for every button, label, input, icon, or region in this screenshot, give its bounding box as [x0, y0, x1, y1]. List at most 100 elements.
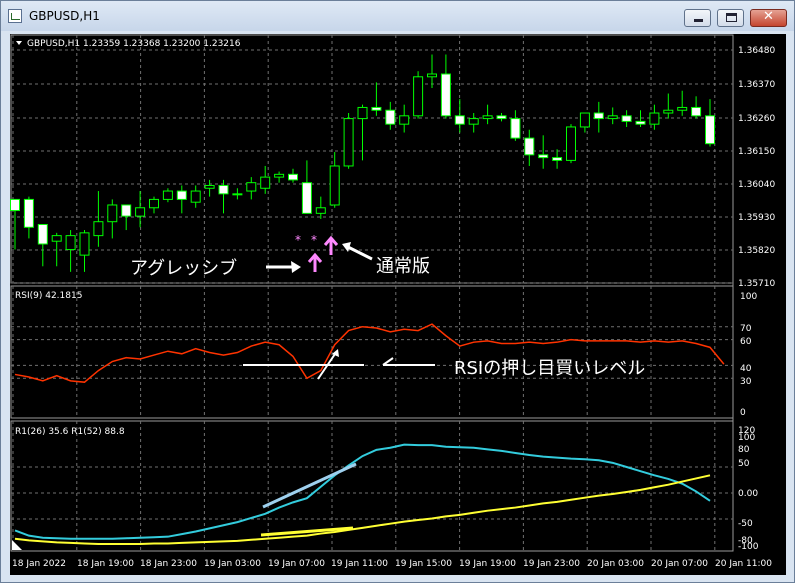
- rsi-label: 0: [740, 408, 746, 418]
- time-label: 19 Jan 15:00: [395, 559, 452, 569]
- aggressive-label: アグレッシブ: [130, 257, 237, 279]
- time-label: 19 Jan 11:00: [331, 559, 388, 569]
- r1-label: 50: [738, 459, 750, 469]
- bear-candle: [10, 198, 20, 212]
- normal-label: 通常版: [376, 256, 430, 277]
- bear-candle: [705, 115, 715, 145]
- rsi-label: 60: [740, 337, 752, 347]
- r1-label: 80: [738, 445, 750, 455]
- bear-candle: [440, 73, 451, 117]
- bear-candle: [524, 137, 535, 156]
- bear-candle: [635, 120, 646, 125]
- rsi-label: 100: [740, 292, 757, 302]
- r1-header: R1(26) 35.6 R1(52) 88.8: [15, 427, 125, 437]
- chart-window-icon: [8, 9, 22, 23]
- maximize-button[interactable]: [717, 9, 744, 27]
- time-label: 20 Jan 07:00: [651, 559, 708, 569]
- r1-label: -100: [738, 542, 759, 552]
- bull-candle: [149, 198, 159, 209]
- bull-candle: [663, 109, 674, 114]
- bear-candle: [37, 223, 48, 245]
- bull-candle: [357, 106, 368, 120]
- bull-candle: [79, 232, 90, 256]
- bull-candle: [93, 221, 104, 237]
- bull-candle: [427, 73, 437, 78]
- bear-candle: [621, 115, 632, 122]
- price-label: 1.36260: [738, 114, 775, 124]
- window-title: GBPUSD,H1: [29, 9, 100, 23]
- time-label: 20 Jan 03:00: [587, 559, 644, 569]
- bear-candle: [121, 204, 132, 217]
- price-label: 1.35820: [738, 246, 775, 256]
- star-marker-icon: *: [311, 233, 317, 247]
- bear-candle: [496, 115, 507, 120]
- rsi-annotation: RSIの押し目買いレベル: [454, 358, 645, 379]
- close-icon: ✕: [763, 9, 774, 24]
- price-label: 1.36040: [738, 180, 775, 190]
- chart-window: GBPUSD,H1 ✕ GBPUSD,H1 1.23359 1.23368 1.…: [0, 0, 795, 583]
- bull-candle: [65, 235, 76, 251]
- bull-candle: [246, 182, 257, 192]
- bull-candle: [579, 112, 590, 128]
- bull-candle: [204, 184, 215, 189]
- bull-candle: [329, 165, 340, 206]
- bear-candle: [371, 106, 382, 111]
- maximize-icon: [726, 13, 737, 22]
- bull-candle: [399, 115, 410, 125]
- bull-candle: [413, 76, 424, 117]
- time-label: 19 Jan 07:00: [268, 559, 325, 569]
- bear-candle: [176, 190, 187, 200]
- rsi-label: 40: [740, 364, 752, 374]
- bull-candle: [260, 176, 271, 189]
- price-label: 1.36150: [738, 147, 775, 157]
- bear-candle: [301, 182, 312, 214]
- time-label: 18 Jan 19:00: [77, 559, 134, 569]
- price-label: 1.35930: [738, 213, 775, 223]
- r1-label: -50: [738, 519, 753, 529]
- bear-candle: [691, 106, 702, 117]
- minimize-icon: [694, 19, 703, 22]
- bull-candle: [468, 118, 479, 125]
- bull-candle: [107, 204, 118, 223]
- price-label: 1.36370: [738, 80, 775, 90]
- chart-area[interactable]: GBPUSD,H1 1.23359 1.23368 1.23200 1.2321…: [10, 34, 786, 575]
- r1-label: 100: [738, 433, 755, 443]
- bull-candle: [315, 207, 326, 214]
- bull-candle: [607, 115, 618, 120]
- time-label: 19 Jan 03:00: [204, 559, 261, 569]
- time-label: 18 Jan 2022: [12, 559, 66, 569]
- close-button[interactable]: ✕: [750, 9, 787, 27]
- bull-candle: [162, 190, 173, 200]
- bull-candle: [343, 118, 354, 167]
- bear-candle: [454, 115, 465, 125]
- bear-candle: [288, 173, 298, 181]
- bear-candle: [510, 118, 521, 139]
- bull-candle: [566, 126, 576, 161]
- time-label: 19 Jan 19:00: [459, 559, 516, 569]
- title-bar[interactable]: GBPUSD,H1 ✕: [1, 1, 794, 31]
- bear-candle: [23, 198, 34, 228]
- bull-candle: [274, 173, 285, 178]
- bull-candle: [51, 235, 62, 242]
- price-label: 1.35710: [738, 279, 775, 289]
- minimize-button[interactable]: [684, 9, 711, 27]
- bull-candle: [649, 112, 660, 125]
- star-marker-icon: *: [295, 233, 301, 247]
- bull-candle: [135, 207, 146, 217]
- bear-candle: [552, 157, 563, 161]
- bull-candle: [190, 190, 201, 203]
- rsi-header: RSI(9) 42.1815: [15, 291, 82, 301]
- rsi-label: 70: [740, 324, 752, 334]
- time-label: 18 Jan 23:00: [140, 559, 197, 569]
- bear-candle: [538, 154, 549, 159]
- bear-candle: [593, 112, 604, 120]
- bear-candle: [385, 109, 396, 125]
- bear-candle: [218, 184, 229, 195]
- bull-candle: [677, 106, 688, 111]
- time-label: 20 Jan 11:00: [715, 559, 772, 569]
- time-label: 19 Jan 23:00: [523, 559, 580, 569]
- price-header: GBPUSD,H1 1.23359 1.23368 1.23200 1.2321…: [27, 39, 241, 49]
- bull-candle: [232, 193, 243, 196]
- r1-label: 0.00: [738, 489, 758, 499]
- rsi-label: 30: [740, 377, 752, 387]
